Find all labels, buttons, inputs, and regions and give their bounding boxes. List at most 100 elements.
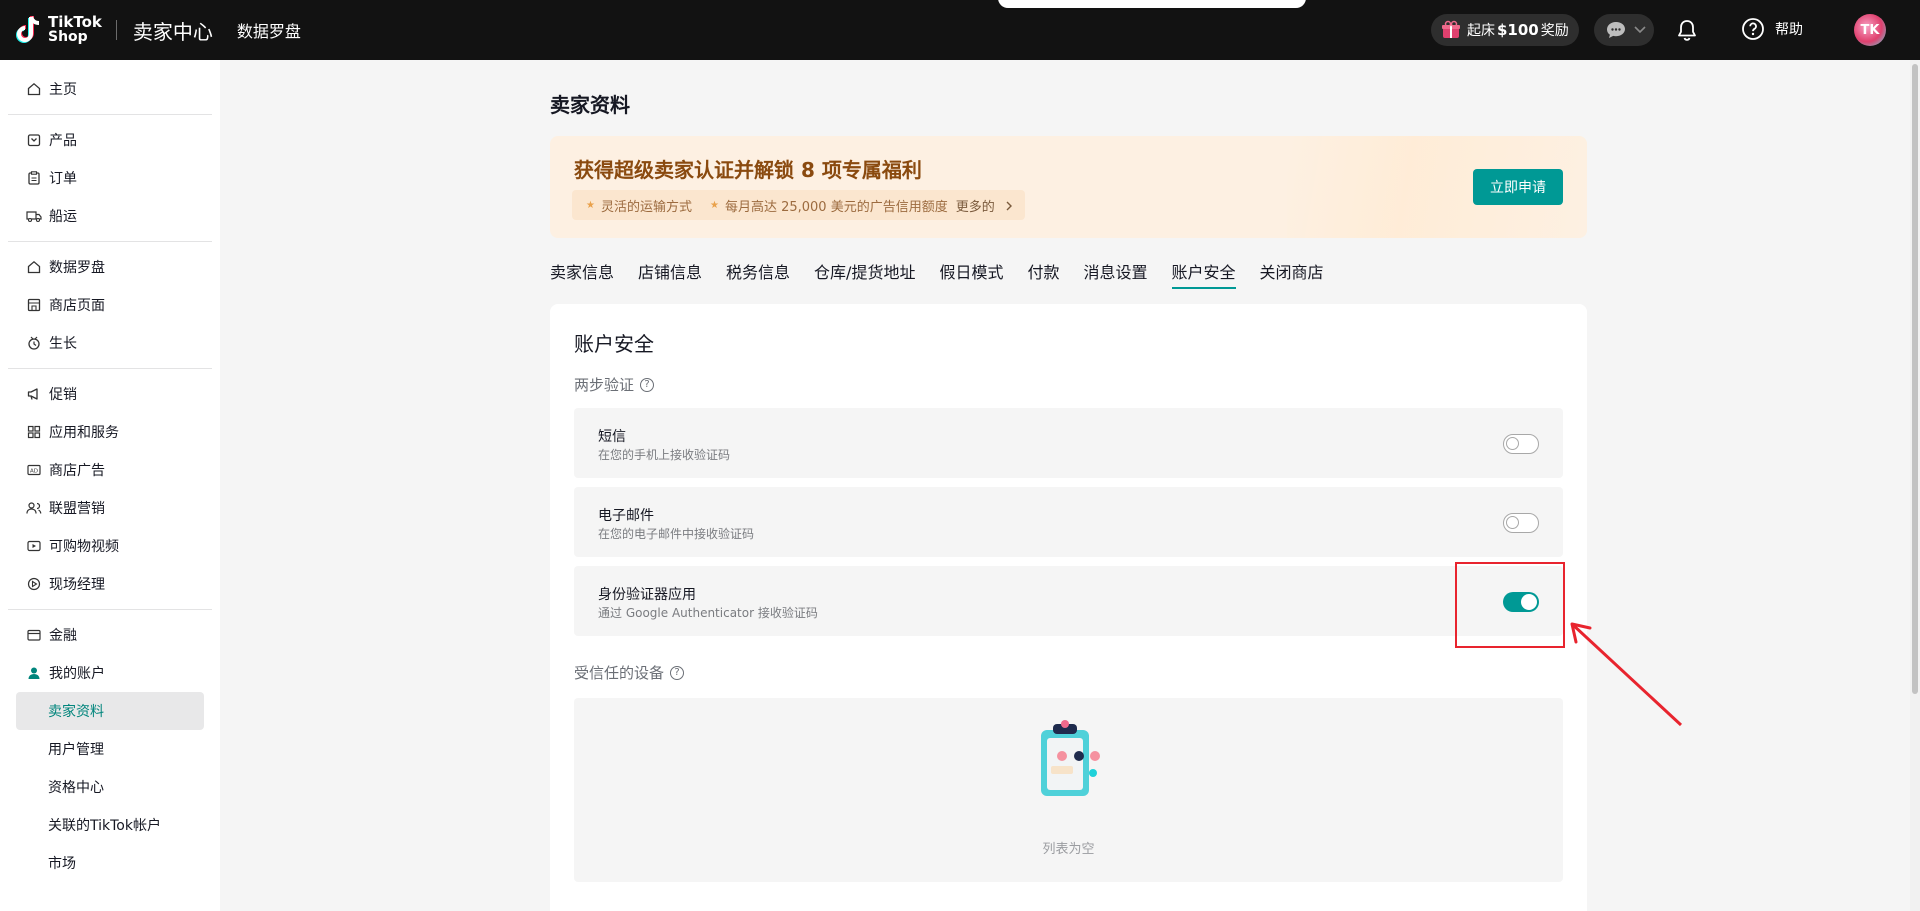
tiktok-logo-icon	[16, 16, 40, 43]
brand-line2: Shop	[48, 29, 88, 45]
sidebar-item-growth[interactable]: 生长	[16, 324, 204, 362]
scrollbar-thumb[interactable]	[1912, 64, 1918, 694]
affiliate-icon	[26, 500, 42, 516]
sidebar-group-data: 数据罗盘 商店页面 生长	[8, 242, 212, 369]
question-icon[interactable]: ?	[640, 377, 655, 392]
megaphone-icon	[26, 386, 42, 402]
two-step-text: 两步验证	[574, 376, 635, 394]
apps-icon	[26, 424, 42, 440]
logo-text: TikTok Shop	[48, 15, 102, 45]
email-toggle[interactable]	[1503, 513, 1539, 533]
email-title: 电子邮件	[598, 508, 654, 524]
chevron-right-icon	[1006, 201, 1012, 210]
sidebar-item-home[interactable]: 主页	[16, 70, 204, 108]
sidebar-item-label: 生长	[49, 336, 77, 352]
sidebar-sub-qualification-center[interactable]: 资格中心	[16, 768, 204, 806]
sidebar: 主页 产品 订单 船运 数据罗盘 商店页面 生长 促销 应用和服务 AD 商店广…	[0, 60, 220, 911]
tab-close-store[interactable]: 关闭商店	[1260, 259, 1324, 289]
avatar[interactable]: TK	[1854, 14, 1886, 46]
reward-prefix: 起床	[1467, 23, 1495, 39]
sms-title: 短信	[598, 429, 626, 445]
tab-store-info[interactable]: 店铺信息	[638, 259, 702, 289]
page-title: 卖家资料	[550, 93, 630, 117]
order-icon	[26, 170, 42, 186]
tab-seller-info[interactable]: 卖家信息	[550, 259, 614, 289]
svg-text:AD: AD	[30, 469, 38, 475]
sidebar-item-my-account[interactable]: 我的账户	[16, 654, 204, 692]
sidebar-item-label: 船运	[49, 209, 77, 225]
help-icon	[1742, 18, 1764, 40]
tab-account-security[interactable]: 账户安全	[1171, 259, 1236, 289]
sidebar-item-label: 商店广告	[49, 463, 105, 479]
tab-warehouse[interactable]: 仓库/提货地址	[814, 259, 915, 289]
sidebar-item-affiliate[interactable]: 联盟营销	[16, 489, 204, 527]
sidebar-item-products[interactable]: 产品	[16, 121, 204, 159]
sidebar-item-live-manager[interactable]: 现场经理	[16, 565, 204, 603]
apply-now-button[interactable]: 立即申请	[1473, 169, 1563, 205]
help-button[interactable]: 帮助	[1741, 17, 1803, 41]
sidebar-item-label: 产品	[49, 133, 77, 149]
annotation-arrow-icon	[1570, 622, 1683, 727]
help-label: 帮助	[1775, 22, 1803, 38]
sms-row: 短信 在您的手机上接收验证码	[574, 408, 1563, 478]
sidebar-group-home: 主页	[8, 60, 212, 115]
tab-payment[interactable]: 付款	[1027, 259, 1059, 289]
sms-toggle[interactable]	[1503, 434, 1539, 454]
sidebar-item-shipping[interactable]: 船运	[16, 197, 204, 235]
store-icon	[26, 297, 42, 313]
sidebar-item-label: 应用和服务	[49, 425, 119, 441]
next-section-label-partial: —	[574, 904, 589, 911]
sidebar-sub-market[interactable]: 市场	[16, 844, 204, 882]
sidebar-item-label: 我的账户	[49, 666, 105, 682]
reward-button[interactable]: 起床 $100 奖励	[1431, 14, 1579, 46]
benefit-shipping: 灵活的运输方式	[600, 199, 692, 215]
chevron-down-icon	[1634, 26, 1646, 34]
video-icon	[26, 538, 42, 554]
tab-tax-info[interactable]: 税务信息	[726, 259, 790, 289]
sidebar-item-compass[interactable]: 数据罗盘	[16, 248, 204, 286]
tab-holiday-mode[interactable]: 假日模式	[939, 259, 1003, 289]
finance-icon	[26, 627, 42, 643]
sidebar-item-label: 可购物视频	[49, 539, 119, 555]
gift-icon	[1442, 20, 1460, 38]
product-icon	[26, 132, 42, 148]
star-icon: ★	[709, 199, 719, 211]
sidebar-sub-seller-profile[interactable]: 卖家资料	[16, 692, 204, 730]
sidebar-group-marketing: 促销 应用和服务 AD 商店广告 联盟营销 可购物视频 现场经理	[8, 369, 212, 610]
nav-data-compass[interactable]: 数据罗盘	[237, 18, 301, 42]
star-icon: ★	[586, 199, 595, 211]
ads-icon: AD	[26, 462, 42, 478]
sidebar-item-label: 订单	[49, 171, 77, 187]
banner-title: 获得超级卖家认证并解锁 8 项专属福利	[574, 158, 922, 182]
benefit-ad-credit: 每月高达 25,000 美元的广告信用额度	[724, 199, 948, 215]
sidebar-item-store-ads[interactable]: AD 商店广告	[16, 451, 204, 489]
two-step-label: 两步验证 ?	[574, 374, 655, 395]
tiktok-shop-logo[interactable]: TikTok Shop	[14, 14, 102, 46]
live-icon	[26, 576, 42, 592]
sidebar-item-label: 金融	[49, 628, 77, 644]
sidebar-item-label: 数据罗盘	[49, 260, 105, 276]
sidebar-item-promotion[interactable]: 促销	[16, 375, 204, 413]
bell-icon[interactable]	[1675, 18, 1699, 42]
messages-button[interactable]	[1594, 14, 1654, 46]
trusted-devices-label: 受信任的设备 ?	[574, 662, 685, 683]
email-desc: 在您的电子邮件中接收验证码	[598, 527, 755, 541]
more-benefits-link[interactable]: 更多的	[956, 196, 1013, 215]
sidebar-item-orders[interactable]: 订单	[16, 159, 204, 197]
chat-icon	[1607, 22, 1625, 38]
seller-center-title[interactable]: 卖家中心	[133, 16, 213, 45]
sidebar-item-apps[interactable]: 应用和服务	[16, 413, 204, 451]
sidebar-item-shoppable-video[interactable]: 可购物视频	[16, 527, 204, 565]
tab-message-settings[interactable]: 消息设置	[1083, 259, 1147, 289]
authenticator-desc: 通过 Google Authenticator 接收验证码	[598, 606, 818, 620]
sidebar-item-store-page[interactable]: 商店页面	[16, 286, 204, 324]
sidebar-sub-user-management[interactable]: 用户管理	[16, 730, 204, 768]
sidebar-item-finance[interactable]: 金融	[16, 616, 204, 654]
account-security-card: 账户安全 两步验证 ? 短信 在您的手机上接收验证码 电子邮件 在您的电子邮件中…	[550, 304, 1587, 911]
authenticator-row: 身份验证器应用 通过 Google Authenticator 接收验证码	[574, 566, 1563, 636]
sidebar-sub-linked-tiktok[interactable]: 关联的TikTok帐户	[16, 806, 204, 844]
empty-clipboard-icon	[1041, 720, 1100, 796]
question-icon[interactable]: ?	[670, 665, 685, 680]
search-box[interactable]	[998, 0, 1306, 8]
empty-list-text: 列表为空	[1042, 842, 1095, 857]
